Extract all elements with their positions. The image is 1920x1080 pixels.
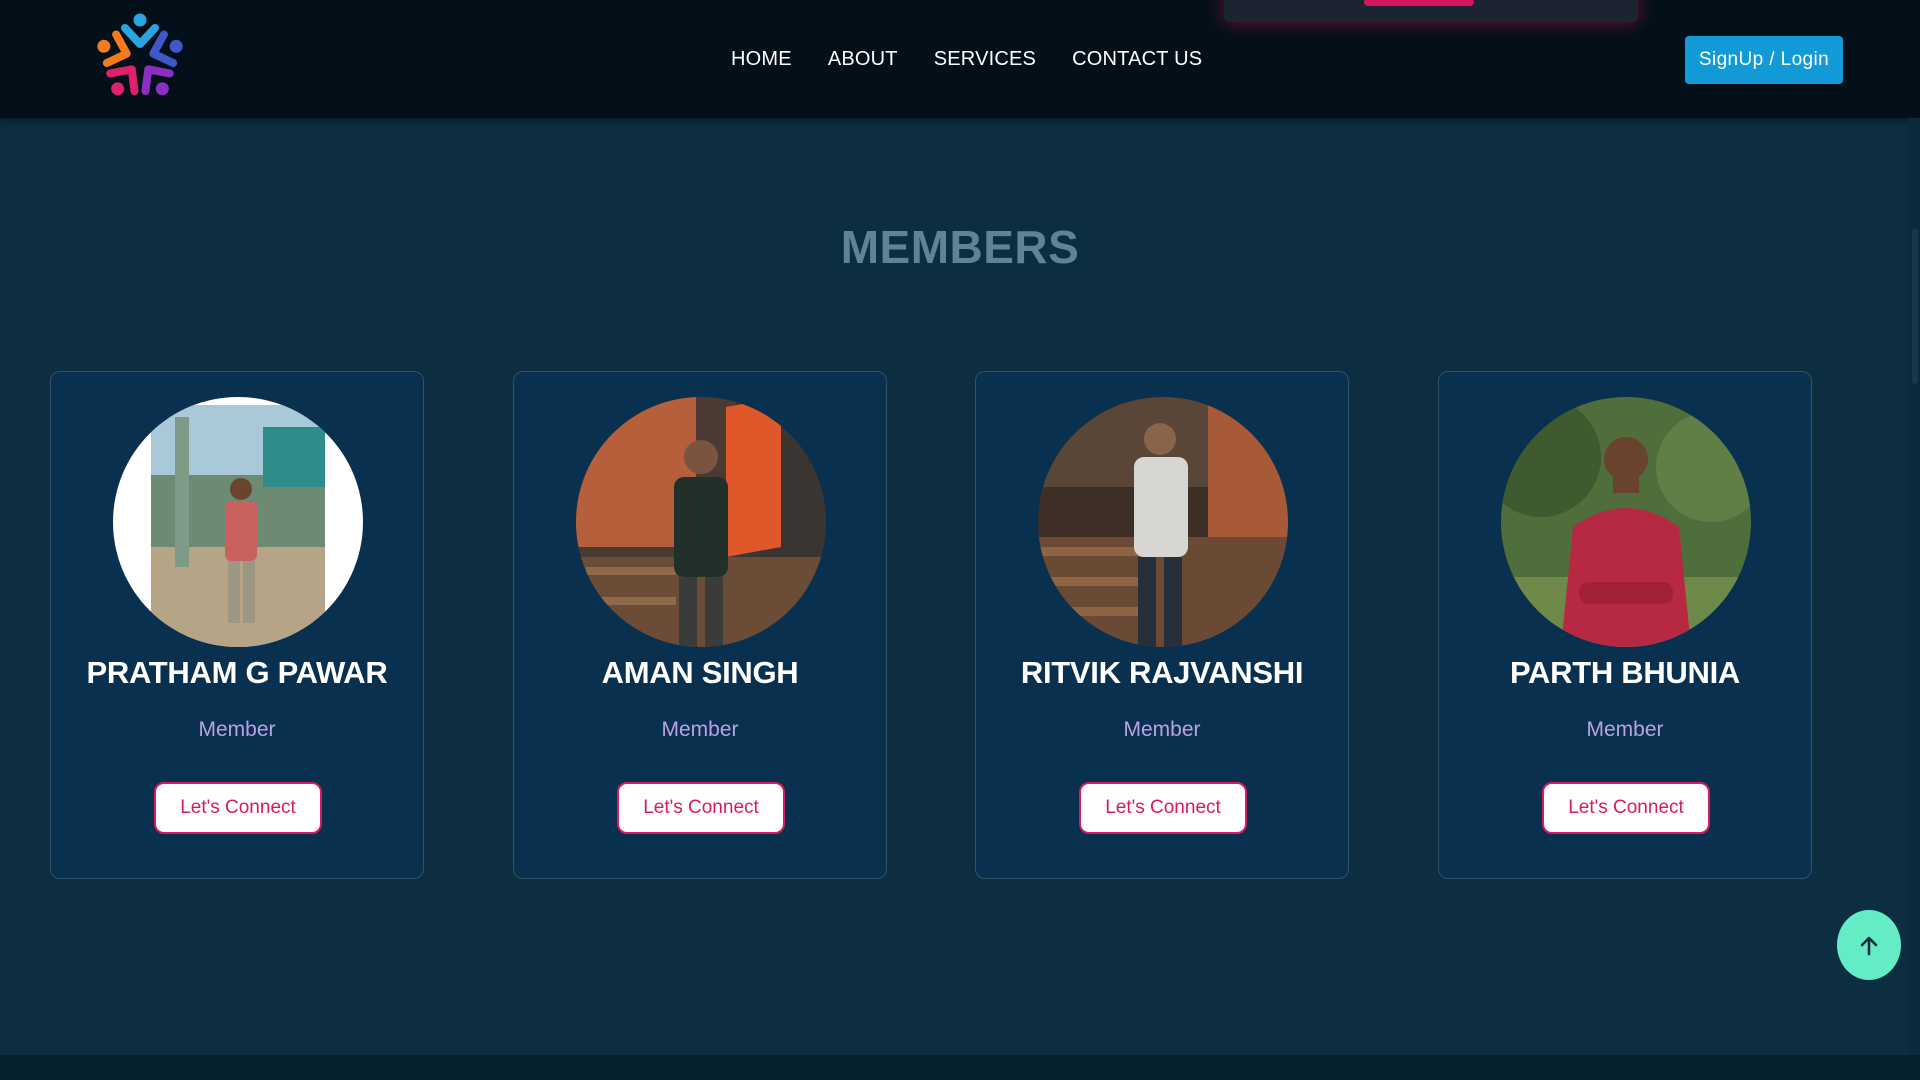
lets-connect-button[interactable]: Let's Connect [1079,782,1247,834]
nav-services-link[interactable]: SERVICES [934,44,1036,74]
member-card: RITVIK RAJVANSHI Member Let's Connect [975,371,1349,879]
lets-connect-button[interactable]: Let's Connect [617,782,785,834]
member-name: AMAN SINGH [601,655,799,690]
lets-connect-button[interactable]: Let's Connect [154,782,322,834]
lets-connect-button[interactable]: Let's Connect [1542,782,1710,834]
member-name: RITVIK RAJVANSHI [1020,655,1304,690]
members-section-title: MEMBERS [840,221,1080,273]
star-people-logo-icon[interactable] [90,8,190,108]
member-role: Member [1586,718,1664,741]
member-name: PARTH BHUNIA [1509,655,1741,690]
member-name: PRATHAM G PAWAR [86,655,388,690]
notification-strip [1224,0,1638,22]
member-role: Member [661,718,739,741]
arrow-up-icon [1860,936,1878,956]
navbar: HOME ABOUT SERVICES CONTACT US SignUp / … [0,0,1920,118]
member-role: Member [198,718,276,741]
member-role: Member [1123,718,1201,741]
main-nav: HOME ABOUT SERVICES CONTACT US [731,44,1202,74]
member-photo [576,397,826,647]
member-photo [1038,397,1288,647]
nav-about-link[interactable]: ABOUT [828,44,898,74]
next-section-edge [0,1055,1920,1080]
nav-contact-link[interactable]: CONTACT US [1072,44,1202,74]
member-photo [113,397,363,647]
scrollbar-thumb[interactable] [1912,228,1918,384]
signup-login-button[interactable]: SignUp / Login [1685,36,1843,84]
member-card: PARTH BHUNIA Member Let's Connect [1438,371,1812,879]
nav-home-link[interactable]: HOME [731,44,792,74]
member-card: AMAN SINGH Member Let's Connect [513,371,887,879]
member-photo [1501,397,1751,647]
member-card: PRATHAM G PAWAR Member Let's Connect [50,371,424,879]
scroll-to-top-button[interactable] [1837,910,1901,980]
